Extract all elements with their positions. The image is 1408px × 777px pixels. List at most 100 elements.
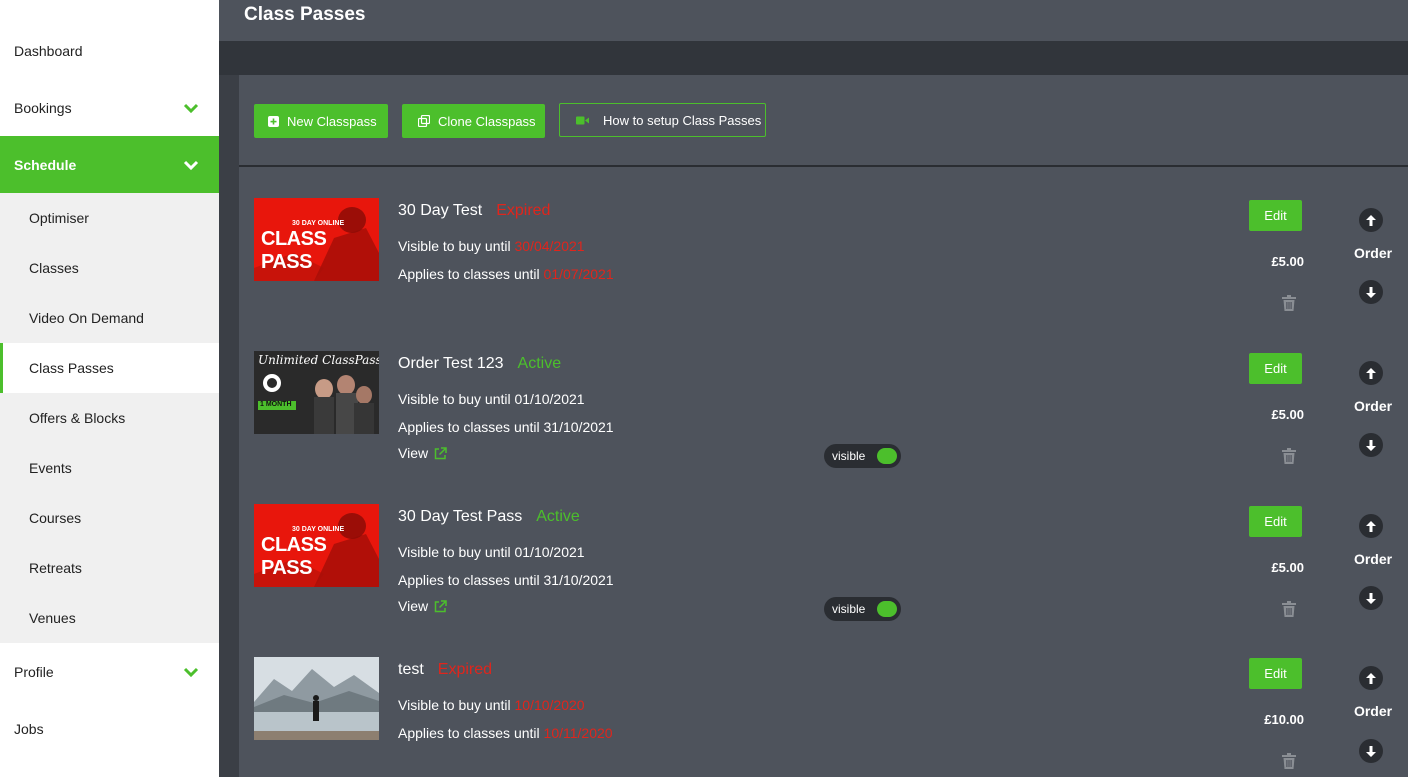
edit-button[interactable]: Edit <box>1249 506 1302 537</box>
page-title: Class Passes <box>244 4 366 25</box>
sidebar-item-venues[interactable]: Venues <box>0 593 219 643</box>
external-link-icon <box>434 446 447 459</box>
sidebar-item-label: Venues <box>29 610 76 626</box>
thumb-script-title: Unlimited ClassPass <box>258 353 379 367</box>
order-label: Order <box>1353 398 1393 414</box>
applies-until: Applies to classes until 31/10/2021 <box>398 419 614 435</box>
sidebar-item-optimiser[interactable]: Optimiser <box>0 193 219 243</box>
pass-title-row: Order Test 123 Active <box>398 355 561 373</box>
sidebar-item-classes[interactable]: Classes <box>0 243 219 293</box>
arrow-up-icon <box>1366 520 1376 532</box>
clone-icon <box>418 115 430 127</box>
sidebar-item-bookings[interactable]: Bookings <box>0 79 219 136</box>
sidebar-item-courses[interactable]: Courses <box>0 493 219 543</box>
applies-until-label: Applies to classes until <box>398 266 540 282</box>
edit-button[interactable]: Edit <box>1249 353 1302 384</box>
visible-toggle[interactable]: visible <box>824 597 901 621</box>
view-label: View <box>398 445 429 461</box>
view-link[interactable]: View <box>398 598 447 614</box>
sidebar-item-retreats[interactable]: Retreats <box>0 543 219 593</box>
view-label: View <box>398 598 429 614</box>
video-camera-icon <box>576 116 589 125</box>
plus-square-icon <box>268 115 279 127</box>
sidebar-item-offers-blocks[interactable]: Offers & Blocks <box>0 393 219 443</box>
order-down-button[interactable] <box>1359 586 1383 610</box>
applies-until: Applies to classes until 10/11/2020 <box>398 725 613 741</box>
order-down-button[interactable] <box>1359 739 1383 763</box>
external-link-icon <box>434 599 447 612</box>
order-up-button[interactable] <box>1359 361 1383 385</box>
order-up-button[interactable] <box>1359 514 1383 538</box>
pass-price: £5.00 <box>1271 407 1304 422</box>
sidebar-item-label: Optimiser <box>29 210 89 226</box>
trash-icon[interactable] <box>1282 295 1296 311</box>
chevron-down-icon <box>183 160 199 170</box>
trash-icon[interactable] <box>1282 448 1296 464</box>
sidebar-item-label: Retreats <box>29 560 82 576</box>
arrow-up-icon <box>1366 214 1376 226</box>
applies-until-date: 01/07/2021 <box>543 266 614 282</box>
sidebar-item-label: Courses <box>29 510 82 526</box>
visible-toggle[interactable]: visible <box>824 444 901 468</box>
trash-icon[interactable] <box>1282 601 1296 617</box>
edit-button[interactable]: Edit <box>1249 658 1302 689</box>
class-pass-thumbnail <box>254 657 379 740</box>
sidebar: Dashboard Bookings Schedule Optimiser Cl… <box>0 0 219 777</box>
clone-classpass-label: Clone Classpass <box>438 113 536 129</box>
sidebar-item-events[interactable]: Events <box>0 443 219 493</box>
applies-until-date: 10/11/2020 <box>543 725 613 741</box>
pass-title: 30 Day Test Pass <box>398 508 523 525</box>
arrow-up-icon <box>1366 672 1376 684</box>
class-pass-thumbnail: Unlimited ClassPass 1 MONTH <box>254 351 379 434</box>
trash-icon[interactable] <box>1282 753 1296 769</box>
arrow-down-icon <box>1366 745 1376 757</box>
thumb-title: CLASS PASS <box>261 534 327 579</box>
order-down-button[interactable] <box>1359 280 1383 304</box>
visible-until-label: Visible to buy until <box>398 697 511 713</box>
sidebar-item-label: Schedule <box>14 156 77 173</box>
status-badge: Active <box>536 508 580 525</box>
visible-until: Visible to buy until 30/04/2021 <box>398 238 585 254</box>
class-pass-thumbnail: 30 DAY ONLINE CLASS PASS <box>254 504 379 587</box>
status-badge: Active <box>517 355 562 372</box>
sidebar-item-label: Bookings <box>14 99 72 116</box>
status-badge: Expired <box>437 661 493 678</box>
visible-until-date: 30/04/2021 <box>514 238 585 254</box>
sidebar-item-class-passes[interactable]: Class Passes <box>0 343 219 393</box>
visible-until: Visible to buy until 01/10/2021 <box>398 391 585 407</box>
pass-title: 30 Day Test <box>398 202 483 219</box>
order-label: Order <box>1353 551 1393 567</box>
sidebar-item-schedule[interactable]: Schedule <box>0 136 219 193</box>
pass-title-row: 30 Day Test Expired <box>398 202 550 220</box>
sidebar-item-dashboard[interactable]: Dashboard <box>0 22 219 79</box>
visible-toggle-label: visible <box>832 449 866 463</box>
status-badge: Expired <box>496 202 551 219</box>
pass-price: £10.00 <box>1264 712 1304 727</box>
visible-until-date: 10/10/2020 <box>514 697 585 713</box>
arrow-down-icon <box>1366 286 1376 298</box>
applies-until: Applies to classes until 31/10/2021 <box>398 572 614 588</box>
order-up-button[interactable] <box>1359 208 1383 232</box>
class-passes-panel: New Classpass Clone Classpass How to set… <box>239 75 1408 777</box>
sidebar-item-jobs[interactable]: Jobs <box>0 700 219 757</box>
clone-classpass-button[interactable]: Clone Classpass <box>402 104 545 138</box>
applies-until: Applies to classes until 01/07/2021 <box>398 266 614 282</box>
sidebar-item-label: Dashboard <box>14 42 83 59</box>
edit-button[interactable]: Edit <box>1249 200 1302 231</box>
how-to-setup-button[interactable]: How to setup Class Passes <box>559 103 766 137</box>
order-up-button[interactable] <box>1359 666 1383 690</box>
pass-price: £5.00 <box>1271 254 1304 269</box>
new-classpass-label: New Classpass <box>287 113 377 129</box>
sidebar-item-label: Video On Demand <box>29 310 144 326</box>
class-pass-card: 30 DAY ONLINE CLASS PASS 30 Day Test Exp… <box>239 198 1408 351</box>
sidebar-item-label: Jobs <box>14 720 44 737</box>
new-classpass-button[interactable]: New Classpass <box>254 104 388 138</box>
sidebar-item-label: Events <box>29 460 72 476</box>
toggle-knob <box>877 448 897 464</box>
page-header: Class Passes <box>219 0 1408 41</box>
sidebar-item-profile[interactable]: Profile <box>0 643 219 700</box>
view-link[interactable]: View <box>398 445 447 461</box>
sidebar-item-video-on-demand[interactable]: Video On Demand <box>0 293 219 343</box>
visible-until-label: Visible to buy until <box>398 238 511 254</box>
order-down-button[interactable] <box>1359 433 1383 457</box>
